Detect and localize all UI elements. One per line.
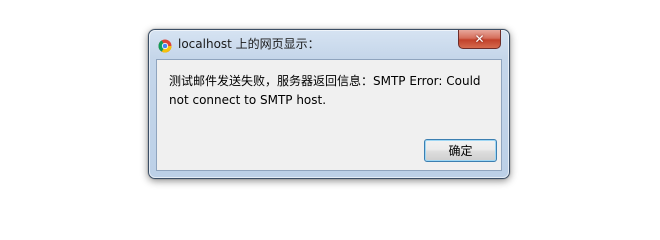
dialog-title: localhost 上的网页显示：	[178, 37, 320, 51]
dialog-message: 测试邮件发送失败，服务器返回信息：SMTP Error: Could not c…	[169, 74, 481, 107]
dialog-title-bar: localhost 上的网页显示： ✕	[149, 30, 509, 58]
dialog-content: 测试邮件发送失败，服务器返回信息：SMTP Error: Could not c…	[156, 59, 502, 171]
alert-dialog: localhost 上的网页显示： ✕ 测试邮件发送失败，服务器返回信息：SMT…	[148, 29, 510, 179]
close-icon: ✕	[474, 32, 485, 46]
close-button[interactable]: ✕	[458, 30, 501, 49]
ok-button[interactable]: 确定	[424, 139, 497, 162]
chrome-icon	[158, 38, 172, 53]
